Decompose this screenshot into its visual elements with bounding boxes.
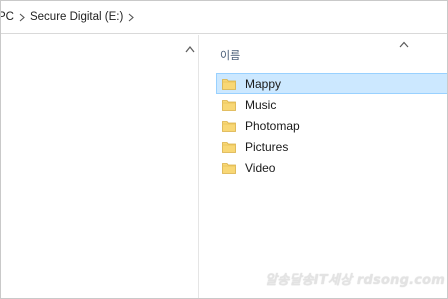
- breadcrumb-pc[interactable]: PC: [1, 11, 14, 23]
- list-item-pictures[interactable]: Pictures: [216, 136, 447, 157]
- folder-icon: [222, 162, 236, 174]
- sort-up-chevron-icon: [399, 41, 409, 48]
- file-list: Mappy Music Photomap Pictures Video: [216, 73, 447, 178]
- list-item-label: Photomap: [245, 118, 300, 133]
- navigation-pane[interactable]: [1, 35, 199, 298]
- watermark: 알송달송IT세상 rdsong.com: [265, 273, 445, 288]
- address-bar[interactable]: PC Secure Digital (E:): [1, 1, 447, 34]
- list-item-label: Pictures: [245, 139, 289, 154]
- list-item-music[interactable]: Music: [216, 94, 447, 115]
- explorer-window: PC Secure Digital (E:) 이름: [0, 0, 448, 299]
- list-item-mappy[interactable]: Mappy: [216, 73, 447, 94]
- folder-icon: [222, 120, 236, 132]
- scroll-up-arrow-icon[interactable]: [185, 45, 195, 53]
- folder-icon: [222, 99, 236, 111]
- list-item-video[interactable]: Video: [216, 157, 447, 178]
- folder-icon: [222, 141, 236, 153]
- navigation-scrollbar[interactable]: [181, 35, 198, 298]
- folder-icon: [222, 78, 236, 90]
- chevron-right-icon[interactable]: [123, 13, 139, 22]
- list-item-label: Music: [245, 97, 277, 112]
- list-item-label: Mappy: [245, 76, 282, 91]
- list-item-label: Video: [245, 160, 276, 175]
- column-header-name[interactable]: 이름: [220, 47, 240, 63]
- list-item-photomap[interactable]: Photomap: [216, 115, 447, 136]
- column-header: 이름: [200, 35, 447, 67]
- file-list-pane[interactable]: 이름 Mappy Music Photomap Pictures Video: [200, 35, 447, 298]
- breadcrumb-drive[interactable]: Secure Digital (E:): [30, 11, 123, 23]
- chevron-right-icon[interactable]: [14, 13, 30, 22]
